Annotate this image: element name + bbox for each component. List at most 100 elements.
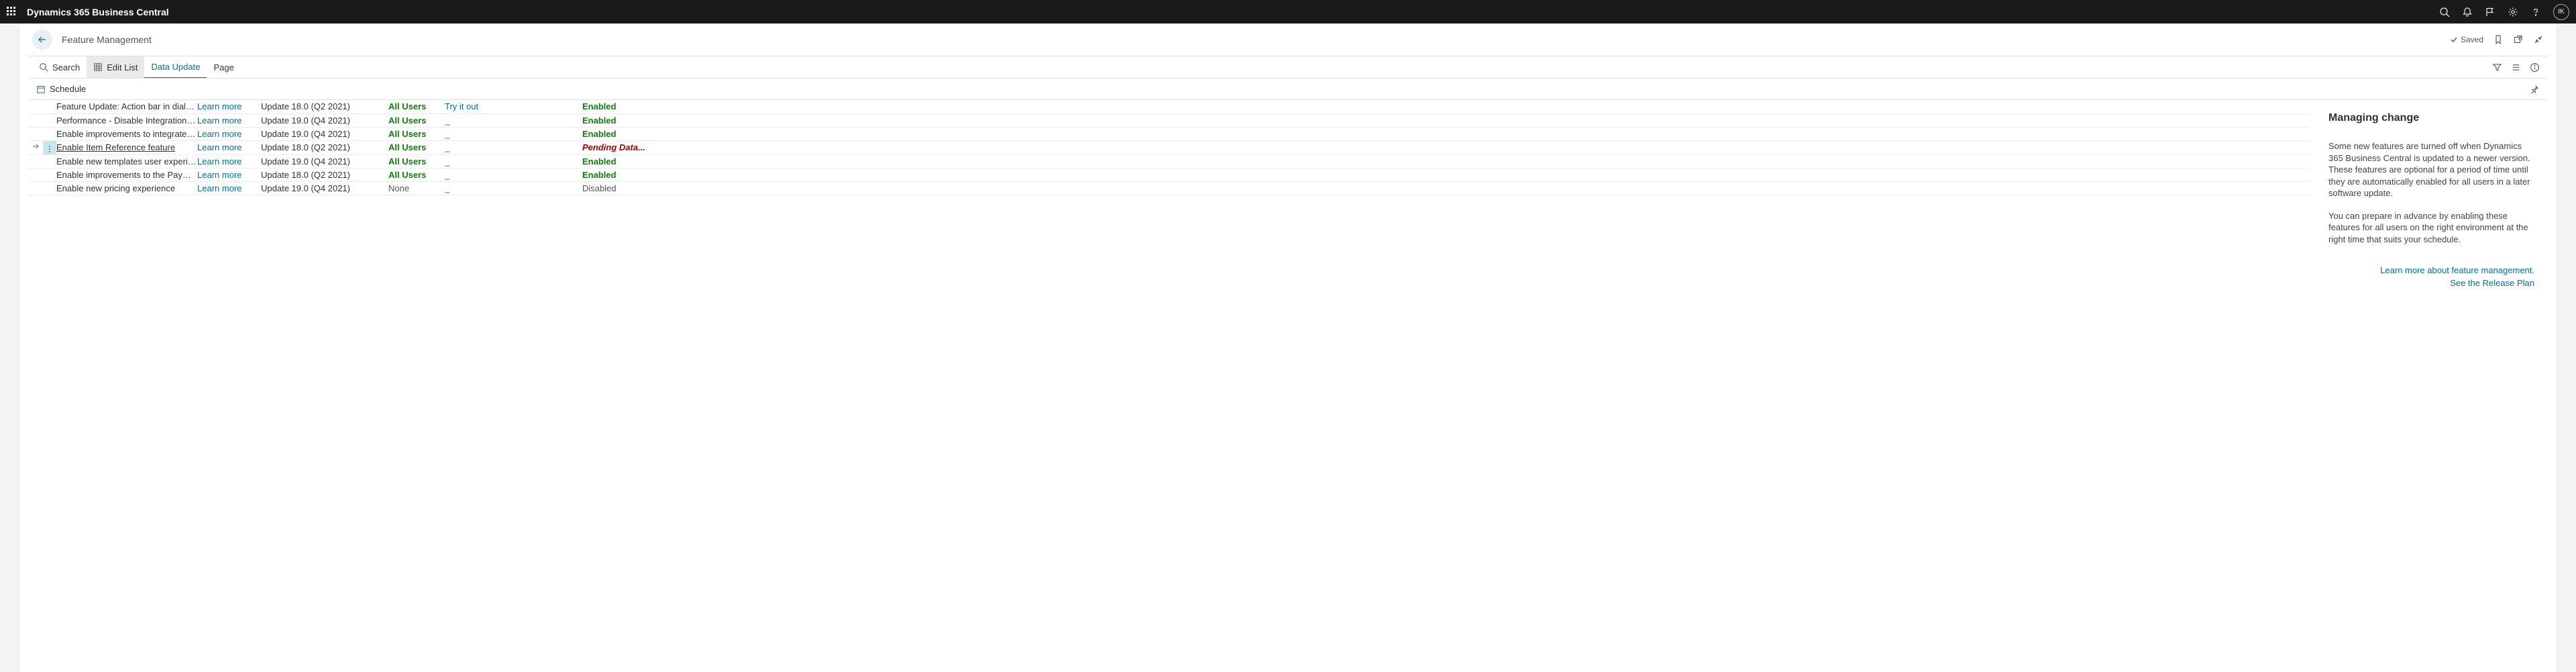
toolbar-edit-list-label: Edit List	[107, 62, 138, 73]
table-row[interactable]: Enable improvements to integrated em... …	[28, 127, 2310, 140]
saved-indicator: Saved	[2450, 35, 2483, 44]
release-plan-link[interactable]: See the Release Plan	[2328, 278, 2534, 288]
search-icon[interactable]	[2439, 7, 2450, 17]
feature-table: Feature Update: Action bar in dialogs Le…	[28, 100, 2310, 195]
sidebar: Managing change Some new features are tu…	[2310, 100, 2548, 672]
feature-name: Enable Item Reference feature	[56, 142, 175, 152]
learn-more-link[interactable]: Learn more	[197, 129, 241, 139]
app-bar-right: IK	[2439, 4, 2569, 20]
enabled-for[interactable]: All Users	[388, 100, 445, 113]
learn-more-link[interactable]: Learn more	[197, 101, 241, 111]
toolbar-search[interactable]: Search	[32, 56, 87, 78]
status-badge: Enabled	[582, 113, 669, 127]
toolbar-right	[2491, 62, 2544, 73]
feature-name: Performance - Disable Integration Man...	[56, 115, 197, 126]
bell-icon[interactable]	[2462, 7, 2473, 17]
help-icon[interactable]	[2530, 7, 2541, 17]
learn-more-link[interactable]: Learn more	[197, 170, 241, 180]
feature-name: Enable improvements to integrated em...	[56, 129, 197, 139]
status-badge: Pending Data...	[582, 140, 669, 154]
sidebar-links: Learn more about feature management. See…	[2328, 265, 2534, 288]
subbar-schedule[interactable]: Schedule	[36, 84, 86, 94]
try-placeholder: _	[445, 142, 449, 152]
list-view-icon[interactable]	[2510, 62, 2521, 73]
page-header-right: Saved	[2450, 34, 2544, 45]
learn-more-feature-mgmt-link[interactable]: Learn more about feature management.	[2328, 265, 2534, 275]
page-title: Feature Management	[62, 34, 152, 45]
app-title: Dynamics 365 Business Central	[27, 7, 169, 17]
feature-name: Feature Update: Action bar in dialogs	[56, 101, 197, 111]
enabled-for[interactable]: All Users	[388, 168, 445, 181]
content: Feature Update: Action bar in dialogs Le…	[20, 100, 2556, 672]
app-bar-left: Dynamics 365 Business Central	[7, 7, 169, 17]
learn-more-link[interactable]: Learn more	[197, 156, 241, 166]
page-shell: Feature Management Saved	[20, 23, 2556, 672]
toolbar-edit-list[interactable]: Edit List	[87, 56, 144, 78]
grid: Feature Update: Action bar in dialogs Le…	[28, 100, 2310, 672]
table-row[interactable]: Performance - Disable Integration Man...…	[28, 113, 2310, 127]
toolbar-data-update[interactable]: Data Update	[144, 56, 207, 78]
row-selected-indicator	[28, 140, 43, 154]
update-version: Update 19.0 (Q4 2021)	[261, 127, 388, 140]
feature-name: Enable improvements to the Payment R...	[56, 170, 197, 180]
status-badge: Enabled	[582, 154, 669, 168]
info-icon[interactable]	[2529, 62, 2540, 73]
filter-icon[interactable]	[2491, 62, 2502, 73]
learn-more-link[interactable]: Learn more	[197, 142, 241, 152]
toolbar-page-label: Page	[213, 62, 233, 73]
update-version: Update 19.0 (Q4 2021)	[261, 154, 388, 168]
avatar[interactable]: IK	[2553, 4, 2569, 20]
toolbar-data-update-label: Data Update	[151, 62, 200, 72]
status-badge: Enabled	[582, 127, 669, 140]
bookmark-icon[interactable]	[2493, 34, 2504, 45]
try-placeholder: _	[445, 170, 449, 180]
table-row[interactable]: Enable new pricing experience Learn more…	[28, 181, 2310, 195]
table-row[interactable]: Feature Update: Action bar in dialogs Le…	[28, 100, 2310, 113]
enabled-for[interactable]: All Users	[388, 127, 445, 140]
sidebar-paragraph: Some new features are turned off when Dy…	[2328, 140, 2534, 199]
sidebar-title: Managing change	[2328, 112, 2534, 124]
subbar-schedule-label: Schedule	[50, 84, 86, 94]
row-menu-button[interactable]	[43, 140, 56, 154]
vertical-dots-icon	[49, 142, 50, 154]
sidebar-paragraph: You can prepare in advance by enabling t…	[2328, 210, 2534, 246]
try-placeholder: _	[445, 129, 449, 139]
collapse-icon[interactable]	[2533, 34, 2544, 45]
try-placeholder: _	[445, 115, 449, 126]
update-version: Update 18.0 (Q2 2021)	[261, 100, 388, 113]
learn-more-link[interactable]: Learn more	[197, 115, 241, 126]
saved-label: Saved	[2461, 35, 2483, 44]
feature-name: Enable new templates user experience	[56, 156, 197, 166]
table-row[interactable]: Enable improvements to the Payment R... …	[28, 168, 2310, 181]
app-launcher-icon[interactable]	[7, 7, 17, 17]
try-it-out-link[interactable]: Try it out	[445, 101, 478, 111]
flag-icon[interactable]	[2485, 7, 2496, 17]
subbar: Schedule	[28, 79, 2548, 100]
page-header: Feature Management Saved	[20, 23, 2556, 56]
enabled-for[interactable]: All Users	[388, 154, 445, 168]
back-button[interactable]	[32, 30, 52, 50]
update-version: Update 18.0 (Q2 2021)	[261, 140, 388, 154]
try-placeholder: _	[445, 156, 449, 166]
enabled-for[interactable]: All Users	[388, 113, 445, 127]
enabled-for[interactable]: All Users	[388, 140, 445, 154]
toolbar: Search Edit List Data Update Page	[28, 56, 2548, 79]
enabled-for[interactable]: None	[388, 181, 445, 195]
table-row[interactable]: Enable new templates user experience Lea…	[28, 154, 2310, 168]
feature-name: Enable new pricing experience	[56, 183, 175, 193]
status-badge: Enabled	[582, 168, 669, 181]
toolbar-search-label: Search	[52, 62, 80, 73]
status-badge: Enabled	[582, 100, 669, 113]
try-placeholder: _	[445, 183, 449, 193]
status-badge: Disabled	[582, 181, 669, 195]
toolbar-page[interactable]: Page	[207, 56, 240, 78]
update-version: Update 19.0 (Q4 2021)	[261, 113, 388, 127]
update-version: Update 19.0 (Q4 2021)	[261, 181, 388, 195]
learn-more-link[interactable]: Learn more	[197, 183, 241, 193]
gear-icon[interactable]	[2508, 7, 2518, 17]
pin-icon[interactable]	[2529, 84, 2540, 95]
popout-icon[interactable]	[2513, 34, 2524, 45]
app-bar: Dynamics 365 Business Central IK	[0, 0, 2576, 23]
update-version: Update 18.0 (Q2 2021)	[261, 168, 388, 181]
table-row[interactable]: Enable Item Reference feature Learn more…	[28, 140, 2310, 154]
